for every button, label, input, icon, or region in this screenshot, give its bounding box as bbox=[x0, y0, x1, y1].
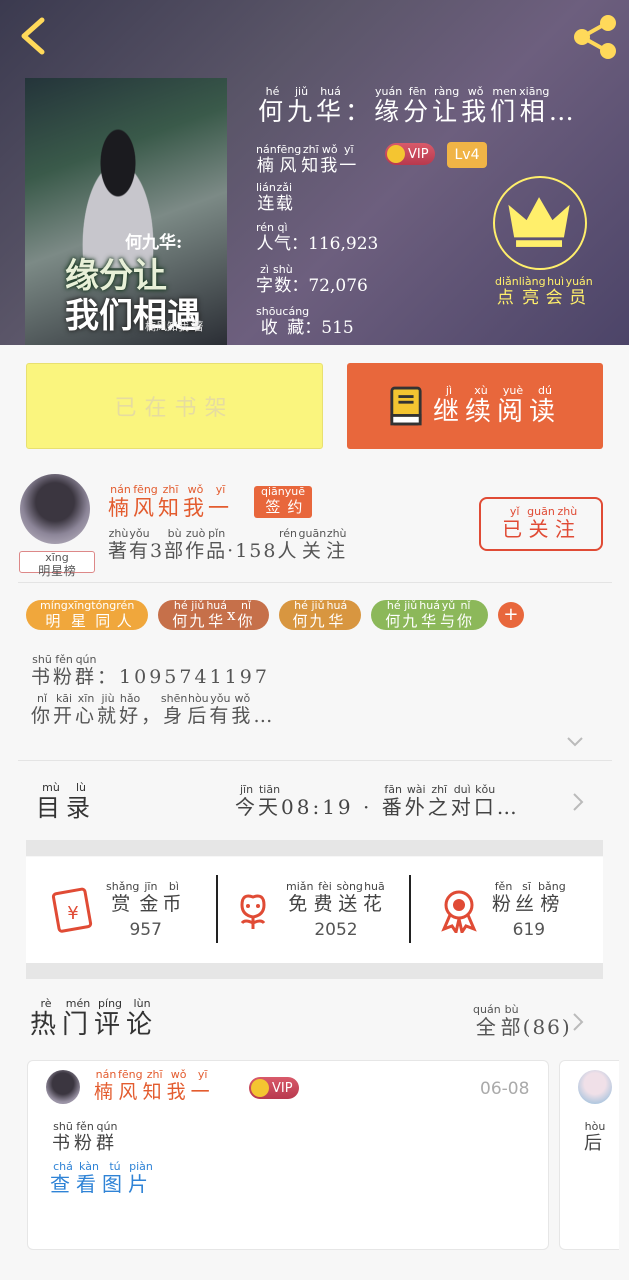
chevron-right-icon[interactable] bbox=[572, 1012, 584, 1032]
member-button[interactable] bbox=[493, 176, 587, 270]
share-icon[interactable] bbox=[570, 14, 620, 60]
free-flowers-item[interactable]: 免miǎn费fèi送sòng花huā 2052 bbox=[230, 857, 386, 963]
book-author[interactable]: 楠nán风fēng知zhī我wǒ一yī bbox=[256, 143, 358, 176]
divider bbox=[18, 760, 612, 761]
reward-coins-label: 赏shǎng金jīn币bì bbox=[106, 879, 186, 915]
vip-badge: VIP bbox=[385, 143, 435, 165]
vertical-divider bbox=[409, 875, 411, 943]
favorites-stat: 收shōu藏cáng：515 bbox=[256, 305, 354, 338]
commenter-avatar[interactable] bbox=[578, 1070, 612, 1104]
crown-icon bbox=[508, 197, 570, 247]
comment-card[interactable]: 后hòu bbox=[559, 1060, 619, 1250]
vip-label: VIP bbox=[272, 1080, 293, 1096]
commenter-name[interactable]: 楠nán风fēng知zhī我wǒ一yī bbox=[94, 1068, 215, 1104]
divider bbox=[18, 582, 612, 583]
word-count-label: 字zì数shù bbox=[256, 263, 293, 296]
section-separator bbox=[26, 840, 603, 856]
in-shelf-label: 已在书架 bbox=[114, 396, 235, 421]
expand-chevron-icon[interactable] bbox=[566, 736, 584, 748]
medal-icon bbox=[441, 890, 477, 933]
view-image-link[interactable]: 查chá看kàn图tú片piàn bbox=[50, 1160, 154, 1197]
vip-badge: VIP bbox=[249, 1077, 299, 1099]
word-count-stat: 字zì数shù：72,076 bbox=[256, 263, 368, 296]
member-label[interactable]: 点diǎn亮liàng会huì员yuán bbox=[495, 275, 593, 308]
book-title: 何hé九jiǔ华huá：缘yuán分fēn让ràng我wǒ们men相xiāng… bbox=[258, 85, 578, 126]
popularity-value: ：116,923 bbox=[291, 234, 379, 254]
comment-card[interactable]: 楠nán风fēng知zhī我wǒ一yī VIP 06-08 书shū粉fěn群q… bbox=[27, 1060, 549, 1250]
tag-list: 明míng 星xīng 同tóng 人rén 何hé 九jiǔ 华huá x 你nǐ 何hé 九… bbox=[26, 599, 524, 630]
svg-text:¥: ¥ bbox=[67, 903, 78, 924]
vip-label: VIP bbox=[408, 146, 429, 162]
level-badge: Lv4 bbox=[447, 142, 487, 168]
comment-text: 书shū粉fěn群qún bbox=[52, 1120, 118, 1154]
signed-badge: 签qiān约yuē bbox=[254, 485, 312, 518]
commenter-avatar[interactable] bbox=[46, 1070, 80, 1104]
continue-reading-label: 继jì续xù阅yuè读dú bbox=[432, 383, 562, 427]
flower-icon bbox=[240, 894, 266, 929]
chevron-right-icon[interactable] bbox=[572, 792, 584, 812]
add-tag-button[interactable]: + bbox=[497, 602, 524, 628]
free-flowers-value: 2052 bbox=[314, 919, 358, 940]
fan-ranking-value: 619 bbox=[512, 919, 546, 940]
tag-chip[interactable]: 何hé 九jiǔ 华huá 与yǔ 你nǐ bbox=[371, 599, 488, 630]
free-flowers-label: 免miǎn费fèi送sòng花huā bbox=[286, 879, 386, 915]
tag-chip[interactable]: 何hé 九jiǔ 华huá bbox=[278, 599, 362, 630]
popularity-stat: 人rén气qì：116,923 bbox=[256, 221, 379, 254]
serial-status: 连lián载zǎi bbox=[256, 181, 293, 214]
section-separator bbox=[26, 963, 603, 979]
description-line2: 你nǐ开kāi心xīn就jiù好hǎo，身shēn后hòu有yǒu我wǒ… bbox=[31, 692, 276, 727]
favorites-label: 收shōu藏cáng bbox=[256, 305, 310, 338]
support-bar: ¥ 赏shǎng金jīn币bì 957 免miǎn费fèi送sòng花huā 2… bbox=[26, 857, 603, 963]
red-envelope-icon: ¥ bbox=[51, 887, 93, 933]
all-comments-link[interactable]: 全quán部bù(86) bbox=[473, 1003, 572, 1040]
tag-chip[interactable]: 何hé 九jiǔ 华huá x 你nǐ bbox=[158, 599, 269, 630]
follow-button[interactable]: 已yǐ 关guān 注zhù bbox=[479, 497, 603, 551]
tag-chip[interactable]: 明míng 星xīng 同tóng 人rén bbox=[26, 599, 149, 630]
continue-reading-button[interactable]: 继jì续xù阅yuè读dú bbox=[347, 363, 603, 449]
word-count-value: ：72,076 bbox=[291, 276, 368, 296]
author-works-info: 著zhù有yǒu3部bù作zuò品pǐn·158人rén关guān注zhù bbox=[108, 527, 348, 562]
fan-ranking-item[interactable]: 粉fěn丝sī榜bǎng 619 bbox=[436, 857, 566, 963]
crown-coin-icon bbox=[387, 145, 405, 163]
hot-comments-title: 热rè门mén评píng论lùn bbox=[30, 997, 159, 1040]
popularity-label: 人rén气qì bbox=[256, 221, 292, 254]
in-shelf-button[interactable]: 已在书架 bbox=[26, 363, 323, 449]
star-rank-badge: 明星xīng榜 bbox=[19, 551, 95, 578]
comment-date: 06-08 bbox=[480, 1079, 530, 1099]
description-line1: 书shū粉fěn群qún：1095741197 bbox=[31, 653, 270, 688]
cover-byline: 楠风知我 著 bbox=[145, 320, 204, 333]
author-name[interactable]: 楠nán风fēng知zhī我wǒ一yī bbox=[108, 483, 233, 522]
latest-chapter[interactable]: 今jīn天tiān08:19 · 番fān外wài之zhī对duì口kǒu… bbox=[235, 783, 520, 820]
crown-coin-icon bbox=[251, 1079, 269, 1097]
comment-text: 后hòu bbox=[584, 1120, 606, 1154]
vertical-divider bbox=[216, 875, 218, 943]
reward-coins-item[interactable]: ¥ 赏shǎng金jīn币bì 957 bbox=[50, 857, 185, 963]
toc-label[interactable]: 目mù录lù bbox=[36, 781, 96, 823]
fan-ranking-label: 粉fěn丝sī榜bǎng bbox=[492, 879, 566, 915]
favorites-value: ：515 bbox=[304, 318, 354, 338]
book-cover[interactable]: 何九华: 缘分让 我们相遇 楠风知我 著 bbox=[25, 78, 227, 345]
author-avatar[interactable] bbox=[20, 474, 90, 544]
reward-coins-value: 957 bbox=[129, 919, 162, 940]
chevron-left-icon[interactable] bbox=[14, 14, 54, 58]
book-icon bbox=[390, 386, 422, 426]
